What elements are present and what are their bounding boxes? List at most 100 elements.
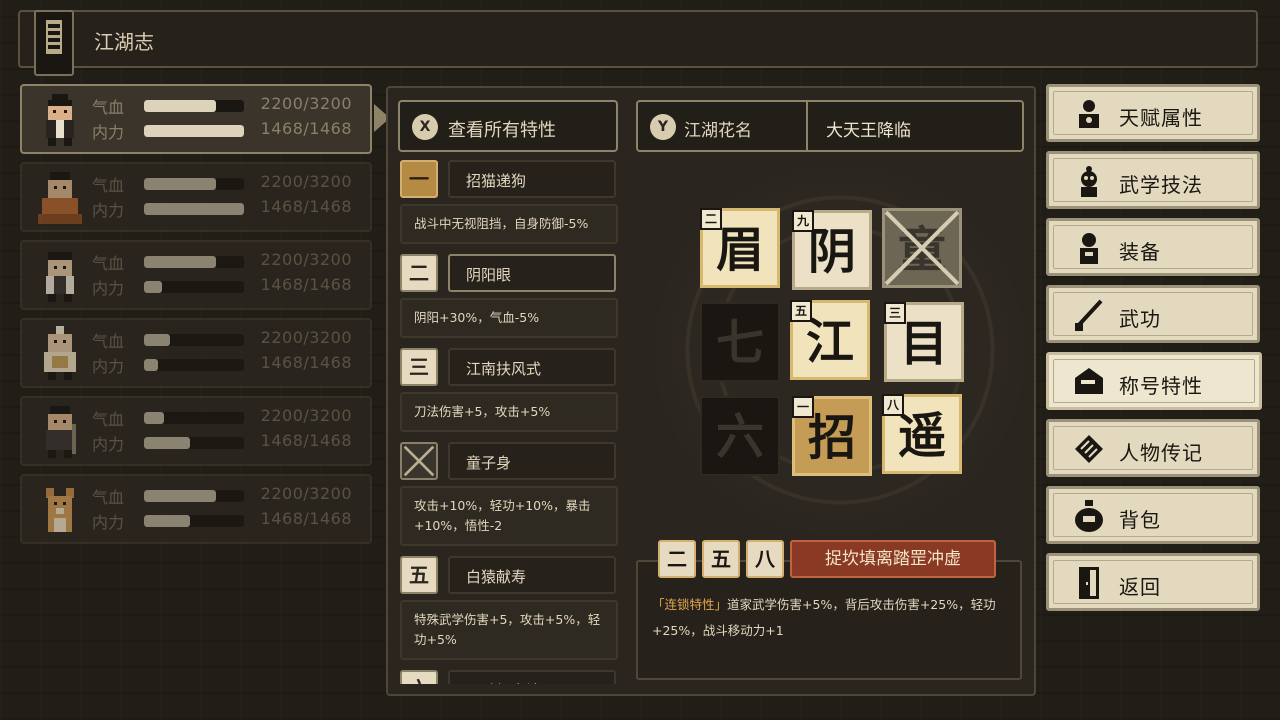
trait-list[interactable]: 一招猫递狗 战斗中无视阻挡，自身防御-5% 二阴阳眼 阴阳+30%，气血-5% … bbox=[398, 158, 620, 684]
tile-number: 二 bbox=[700, 208, 722, 230]
hp-bar bbox=[144, 178, 244, 190]
title-bar: 江湖志 bbox=[18, 10, 1258, 76]
menu-label: 称号特性 bbox=[1119, 374, 1203, 398]
tile-number: 一 bbox=[792, 396, 814, 418]
equipment-icon bbox=[1080, 233, 1098, 264]
trait-item[interactable]: 五白猿献寿 特殊武学伤害+5，攻击+5%，轻功+5% bbox=[398, 554, 620, 660]
x-key-icon: X bbox=[412, 114, 438, 140]
grid-tile[interactable]: 眉二 bbox=[700, 208, 780, 288]
tile-character: 六 bbox=[715, 409, 764, 465]
side-menu: 天赋属性 武学技法 装备 武功 称号特性 人物传记 背包 返回 bbox=[1046, 84, 1262, 620]
trait-item[interactable]: 一招猫递狗 战斗中无视阻挡，自身防御-5% bbox=[398, 158, 620, 244]
hp-label: 气血 bbox=[92, 176, 125, 195]
party-member-1[interactable]: 气血 2200/3200 内力 1468/1468 bbox=[20, 84, 372, 154]
biography-book-icon bbox=[1075, 435, 1103, 463]
hp-label: 气血 bbox=[92, 254, 125, 273]
grid-tile[interactable]: 招一 bbox=[792, 396, 872, 476]
mp-value: 1468/1468 bbox=[260, 275, 352, 294]
menu-equipment[interactable]: 装备 bbox=[1046, 218, 1260, 276]
mp-label: 内力 bbox=[92, 357, 125, 376]
tile-character: 眉 bbox=[715, 222, 764, 278]
hp-bar bbox=[144, 100, 244, 112]
mp-label: 内力 bbox=[92, 435, 125, 454]
character-portrait bbox=[38, 172, 82, 224]
talent-icon bbox=[1079, 100, 1099, 128]
view-all-traits-label: 查看所有特性 bbox=[448, 120, 556, 141]
tile-number: 三 bbox=[884, 302, 906, 324]
combo-description: 「连锁特性」道家武学伤害+5%，背后攻击伤害+25%，轻功+25%，战斗移动力+… bbox=[636, 560, 1022, 680]
grid-tile[interactable]: 遥八 bbox=[882, 394, 962, 474]
menu-inventory[interactable]: 背包 bbox=[1046, 486, 1260, 544]
menu-label: 装备 bbox=[1119, 240, 1161, 264]
party-member-3[interactable]: 气血 2200/3200 内力 1468/1468 bbox=[20, 240, 372, 310]
combo-tag: 「连锁特性」 bbox=[652, 597, 728, 612]
trait-number: 六 bbox=[400, 670, 438, 684]
menu-martial-arts[interactable]: 武功 bbox=[1046, 285, 1260, 343]
hp-value: 2200/3200 bbox=[260, 172, 352, 191]
hp-value: 2200/3200 bbox=[260, 94, 352, 113]
menu-label: 人物传记 bbox=[1119, 441, 1203, 465]
hp-label: 气血 bbox=[92, 98, 125, 117]
hp-value: 2200/3200 bbox=[260, 328, 352, 347]
view-all-traits-button[interactable]: X 查看所有特性 bbox=[398, 100, 618, 152]
trait-item[interactable]: 二阴阳眼 阴阳+30%，气血-5% bbox=[398, 252, 620, 338]
character-portrait bbox=[46, 406, 76, 458]
menu-label: 武学技法 bbox=[1119, 173, 1203, 197]
combo-number: 二 bbox=[658, 540, 696, 578]
party-member-4[interactable]: 气血 2200/3200 内力 1468/1468 bbox=[20, 318, 372, 388]
grid-tile-locked[interactable]: 童 bbox=[882, 208, 962, 288]
menu-talent-attributes[interactable]: 天赋属性 bbox=[1046, 84, 1260, 142]
menu-martial-skills[interactable]: 武学技法 bbox=[1046, 151, 1260, 209]
mp-label: 内力 bbox=[92, 513, 125, 532]
bag-icon bbox=[1075, 500, 1103, 532]
menu-titles-traits[interactable]: 称号特性 bbox=[1046, 352, 1262, 410]
party-list: 气血 2200/3200 内力 1468/1468 气血 2200/3200 内力 14… bbox=[20, 84, 372, 552]
trait-name: 白猿献寿 bbox=[448, 556, 616, 594]
menu-biography[interactable]: 人物传记 bbox=[1046, 419, 1260, 477]
hp-value: 2200/3200 bbox=[260, 250, 352, 269]
nickname-box[interactable]: Y 江湖花名 大天王降临 bbox=[636, 100, 1024, 152]
mp-bar bbox=[144, 437, 244, 449]
hp-bar bbox=[144, 256, 244, 268]
hp-value: 2200/3200 bbox=[260, 484, 352, 503]
page-title: 江湖志 bbox=[94, 30, 154, 54]
trait-number: 五 bbox=[400, 556, 438, 594]
journal-book-icon bbox=[34, 10, 74, 76]
hp-bar bbox=[144, 412, 244, 424]
character-portrait bbox=[46, 252, 74, 302]
trait-item[interactable]: 六通臂打定法 bbox=[398, 668, 620, 684]
combo-number: 五 bbox=[702, 540, 740, 578]
trait-name: 招猫递狗 bbox=[448, 160, 616, 198]
party-member-2[interactable]: 气血 2200/3200 内力 1468/1468 bbox=[20, 162, 372, 232]
grid-tile-inactive[interactable]: 七 bbox=[700, 302, 780, 382]
mp-bar bbox=[144, 125, 244, 137]
tile-number: 八 bbox=[882, 394, 904, 416]
mp-value: 1468/1468 bbox=[260, 509, 352, 528]
grid-tile[interactable]: 目三 bbox=[884, 302, 964, 382]
mp-value: 1468/1468 bbox=[260, 353, 352, 372]
character-portrait bbox=[46, 94, 74, 146]
party-member-5[interactable]: 气血 2200/3200 内力 1468/1468 bbox=[20, 396, 372, 466]
hp-label: 气血 bbox=[92, 410, 125, 429]
mp-label: 内力 bbox=[92, 279, 125, 298]
title-tag-icon bbox=[1075, 368, 1103, 394]
trait-item[interactable]: 童子身 攻击+10%，轻功+10%，暴击+10%，悟性-2 bbox=[398, 440, 620, 546]
hp-bar bbox=[144, 490, 244, 502]
grid-tile-inactive[interactable]: 六 bbox=[700, 396, 780, 476]
tile-character: 七 bbox=[715, 315, 764, 371]
menu-label: 天赋属性 bbox=[1119, 106, 1203, 130]
trait-name: 童子身 bbox=[448, 442, 616, 480]
trait-number: 二 bbox=[400, 254, 438, 292]
combo-name: 捉坎填离踏罡冲虚 bbox=[790, 540, 996, 578]
trait-description: 阴阳+30%，气血-5% bbox=[400, 298, 618, 338]
menu-return[interactable]: 返回 bbox=[1046, 553, 1260, 611]
party-member-6[interactable]: 气血 2200/3200 内力 1468/1468 bbox=[20, 474, 372, 544]
tile-character: 江 bbox=[805, 314, 854, 370]
grid-tile[interactable]: 江五 bbox=[790, 300, 870, 380]
menu-label: 背包 bbox=[1119, 508, 1161, 532]
trait-description: 战斗中无视阻挡，自身防御-5% bbox=[400, 204, 618, 244]
trait-item[interactable]: 三江南扶风式 刀法伤害+5，攻击+5% bbox=[398, 346, 620, 432]
mp-bar bbox=[144, 203, 244, 215]
mp-bar bbox=[144, 515, 244, 527]
grid-tile[interactable]: 阴九 bbox=[792, 210, 872, 290]
